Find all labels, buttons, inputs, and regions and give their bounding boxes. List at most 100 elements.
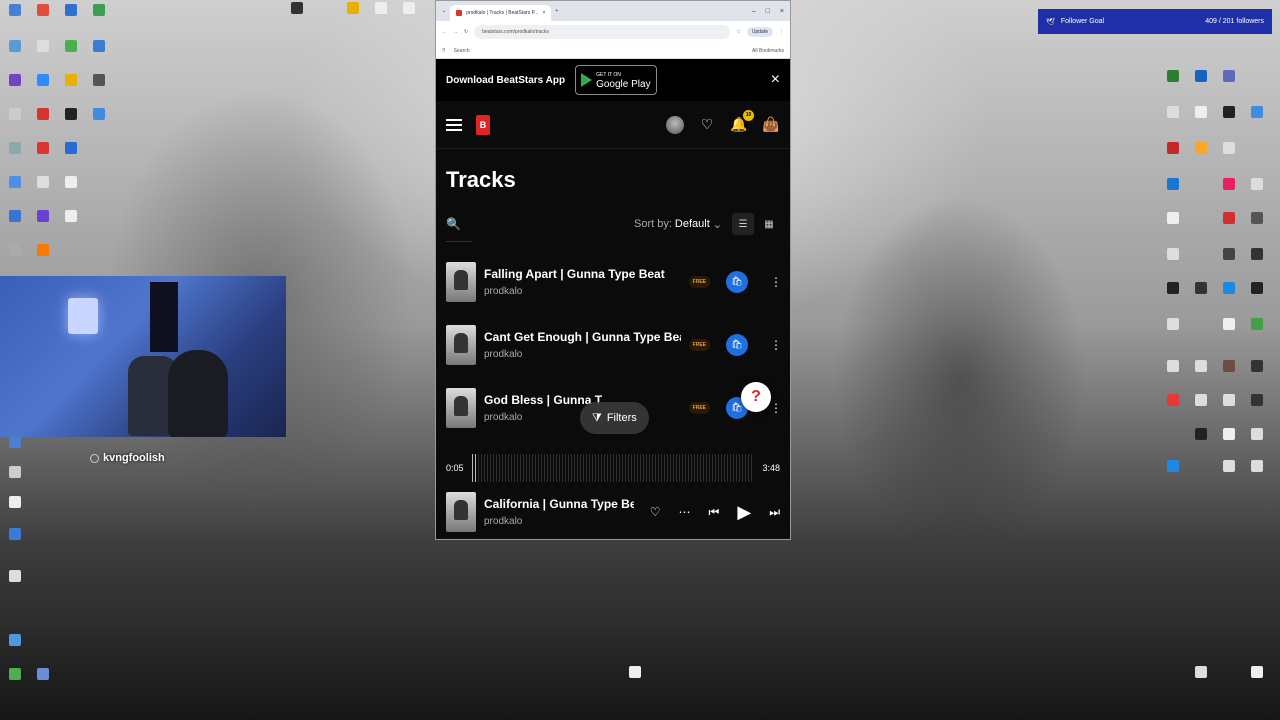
beatstars-logo[interactable]: B <box>476 114 490 135</box>
desktop-icon[interactable] <box>56 176 86 210</box>
track-artist[interactable]: prodkalo <box>484 286 681 297</box>
banner-close-icon[interactable]: × <box>771 71 780 89</box>
desktop-icon[interactable] <box>1158 360 1188 394</box>
google-play-button[interactable]: GET IT ON Google Play <box>575 65 657 95</box>
desktop-icon[interactable] <box>1214 178 1244 212</box>
all-bookmarks[interactable]: All Bookmarks <box>752 48 784 54</box>
desktop-icon[interactable] <box>28 4 58 38</box>
desktop-icon[interactable] <box>0 496 30 530</box>
url-field[interactable]: beatstars.com/prodkalo/tracks <box>474 25 731 39</box>
desktop-icon[interactable] <box>1158 394 1188 428</box>
desktop-icon[interactable] <box>282 2 312 36</box>
track-artwork[interactable] <box>446 261 476 302</box>
tab-close-icon[interactable]: × <box>542 10 545 16</box>
desktop-icon[interactable] <box>0 528 30 562</box>
track-title[interactable]: Falling Apart | Gunna Type Beat <box>484 267 681 281</box>
help-button[interactable]: ? <box>741 382 771 412</box>
desktop-icon[interactable] <box>366 2 396 36</box>
reload-icon[interactable]: ↻ <box>464 29 468 35</box>
add-to-cart-button[interactable]: 🛍 <box>726 333 748 356</box>
desktop-icon[interactable] <box>1242 248 1272 282</box>
desktop-icon[interactable] <box>1186 70 1216 104</box>
desktop-icon[interactable] <box>56 108 86 142</box>
play-icon[interactable]: ▶ <box>737 502 751 523</box>
desktop-icon[interactable] <box>0 210 30 244</box>
desktop-icon[interactable] <box>0 4 30 38</box>
desktop-icon[interactable] <box>56 74 86 108</box>
desktop-icon[interactable] <box>1158 212 1188 246</box>
desktop-icon[interactable] <box>0 74 30 108</box>
desktop-icon[interactable] <box>0 570 30 604</box>
desktop-icon[interactable] <box>1214 248 1244 282</box>
desktop-icon[interactable] <box>1214 394 1244 428</box>
bookmark-search[interactable]: Search <box>454 48 470 54</box>
desktop-icon[interactable] <box>1242 282 1272 316</box>
desktop-icon[interactable] <box>1158 248 1188 282</box>
desktop-icon[interactable] <box>1158 282 1188 316</box>
desktop-icon[interactable] <box>1242 106 1272 140</box>
desktop-icon[interactable] <box>1242 460 1272 494</box>
desktop-icon[interactable] <box>84 108 114 142</box>
now-playing-artist[interactable]: prodkalo <box>484 516 634 527</box>
desktop-icon[interactable] <box>1214 428 1244 462</box>
tab-list-icon[interactable]: ⌄ <box>442 8 446 14</box>
desktop-icon[interactable] <box>1186 142 1216 176</box>
desktop-icon[interactable] <box>1214 318 1244 352</box>
desktop-icon[interactable] <box>1242 178 1272 212</box>
desktop-icon[interactable] <box>28 108 58 142</box>
desktop-icon[interactable] <box>28 244 58 278</box>
browser-tab-active[interactable]: prodkalo | Tracks | BeatStars P... × <box>450 5 552 21</box>
desktop-icon[interactable] <box>1158 460 1188 494</box>
waveform-scrubber[interactable] <box>471 454 755 482</box>
now-playing-title[interactable]: California | Gunna Type Beat <box>484 497 634 511</box>
desktop-icon[interactable] <box>0 668 30 702</box>
desktop-icon[interactable] <box>0 466 30 500</box>
hamburger-menu-icon[interactable] <box>446 118 462 131</box>
desktop-icon[interactable] <box>1158 142 1188 176</box>
desktop-icon[interactable] <box>0 108 30 142</box>
desktop-icon[interactable] <box>28 668 58 702</box>
update-button[interactable]: Update <box>746 27 773 37</box>
desktop-icon[interactable] <box>1214 142 1244 176</box>
maximize-icon[interactable]: □ <box>766 8 770 15</box>
desktop-icon[interactable] <box>56 40 86 74</box>
desktop-icon[interactable] <box>28 176 58 210</box>
desktop-icon[interactable] <box>1186 394 1216 428</box>
apps-icon[interactable]: ⠿ <box>442 48 446 54</box>
desktop-icon[interactable] <box>1158 70 1188 104</box>
desktop-icon[interactable] <box>394 2 424 36</box>
track-artist[interactable]: prodkalo <box>484 349 681 360</box>
desktop-icon[interactable] <box>0 244 30 278</box>
grid-view-icon[interactable]: ▦ <box>758 213 780 235</box>
track-row[interactable]: Falling Apart | Gunna Type Beat prodkalo… <box>436 250 790 313</box>
desktop-icon[interactable] <box>1186 360 1216 394</box>
desktop-icon[interactable] <box>84 74 114 108</box>
heart-icon[interactable]: ♡ <box>698 116 716 134</box>
more-options-icon[interactable]: ⋮ <box>770 338 782 352</box>
desktop-icon[interactable] <box>1242 666 1272 700</box>
desktop-icon[interactable] <box>28 142 58 176</box>
desktop-icon[interactable] <box>1186 666 1216 700</box>
desktop-icon[interactable] <box>0 40 30 74</box>
desktop-icon[interactable] <box>620 666 650 700</box>
desktop-icon[interactable] <box>56 4 86 38</box>
more-horizontal-icon[interactable]: ⋯ <box>679 505 691 519</box>
account-avatar[interactable] <box>666 115 684 134</box>
new-tab-icon[interactable]: + <box>555 8 558 14</box>
desktop-icon[interactable] <box>1158 178 1188 212</box>
heart-icon[interactable]: ♡ <box>650 505 661 519</box>
desktop-icon[interactable] <box>1158 318 1188 352</box>
desktop-icon[interactable] <box>1214 106 1244 140</box>
add-to-cart-button[interactable]: 🛍 <box>726 270 748 293</box>
desktop-icon[interactable] <box>28 210 58 244</box>
forward-icon[interactable]: → <box>453 29 458 35</box>
menu-dots-icon[interactable]: ⋮ <box>779 29 784 35</box>
previous-track-icon[interactable]: ⏮ <box>709 505 720 520</box>
desktop-icon[interactable] <box>1242 394 1272 428</box>
desktop-icon[interactable] <box>1242 318 1272 352</box>
desktop-icon[interactable] <box>28 74 58 108</box>
desktop-icon[interactable] <box>0 634 30 668</box>
desktop-icon[interactable] <box>0 436 30 470</box>
desktop-icon[interactable] <box>1214 212 1244 246</box>
desktop-icon[interactable] <box>56 142 86 176</box>
